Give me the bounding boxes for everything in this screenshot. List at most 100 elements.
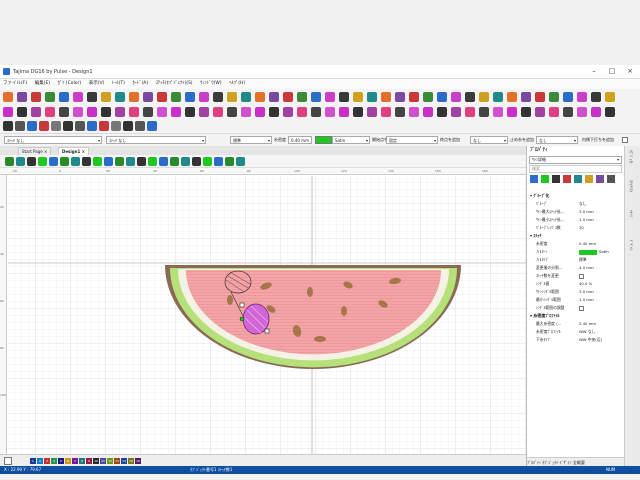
view-tool-17-icon[interactable] — [181, 157, 190, 166]
view-tool-22-icon[interactable] — [236, 157, 245, 166]
properties-tool-8-icon[interactable] — [607, 175, 615, 183]
toolbar-tool-15-icon[interactable] — [199, 92, 209, 102]
palette-color-15[interactable]: 15 — [128, 458, 134, 464]
property-group[interactable]: ▾ 糸密度ﾌﾟﾛﾌｧｲﾙ — [527, 312, 624, 320]
toolbar-tool-28-icon[interactable] — [381, 92, 391, 102]
toolbar-tool-17-icon[interactable] — [227, 92, 237, 102]
toolbar-tool-30-icon[interactable] — [409, 92, 419, 102]
view-tool-3-icon[interactable] — [27, 157, 36, 166]
toolbar-tool-34-icon[interactable] — [465, 92, 475, 102]
palette-color-8[interactable]: 8 — [79, 458, 85, 464]
edit-tool-37-icon[interactable] — [507, 107, 517, 117]
palette-color-3[interactable]: 3 — [44, 458, 50, 464]
end-point-select[interactable]: なし ▾ — [470, 136, 508, 144]
density-input[interactable]: 0.40 mm — [288, 136, 312, 144]
toolbar-tool-41-icon[interactable] — [563, 92, 573, 102]
toolbar-tool-11-icon[interactable] — [143, 92, 153, 102]
property-row[interactable]: 最大糸密度 (... 2.40 mm — [527, 320, 624, 328]
view-tool-14-icon[interactable] — [148, 157, 157, 166]
toolbar-tool-12-icon[interactable] — [157, 92, 167, 102]
toolbar-tool-13-icon[interactable] — [171, 92, 181, 102]
edit-tool-21-icon[interactable] — [283, 107, 293, 117]
property-group[interactable]: ▾ ｽﾃｯﾁ — [527, 232, 624, 240]
edit-tool-2-icon[interactable] — [17, 107, 27, 117]
edit-tool-33-icon[interactable] — [451, 107, 461, 117]
satin-select[interactable]: Satin ▾ — [332, 136, 370, 144]
property-value[interactable]: 3.0 mm — [579, 208, 594, 216]
property-row[interactable]: ｻﾃﾝｼﾝﾁﾞﾙ範囲 3.0 mm — [527, 288, 624, 296]
edit-tool-39-icon[interactable] — [535, 107, 545, 117]
edit-tool-41-icon[interactable] — [563, 107, 573, 117]
close-icon[interactable]: × — [622, 66, 638, 77]
property-row[interactable]: ｼﾝﾁﾞﾙ値 40.0 % — [527, 280, 624, 288]
toolbar-tool-36-icon[interactable] — [493, 92, 503, 102]
file-tool-2-icon[interactable] — [15, 121, 25, 131]
edit-tool-22-icon[interactable] — [297, 107, 307, 117]
view-tool-10-icon[interactable] — [104, 157, 113, 166]
palette-color-5[interactable]: 5 — [58, 458, 64, 464]
toolbar-tool-18-icon[interactable] — [241, 92, 251, 102]
view-tool-2-icon[interactable] — [16, 157, 25, 166]
view-tool-18-icon[interactable] — [192, 157, 201, 166]
property-value[interactable]: 1.0 mm — [579, 296, 594, 304]
properties-tool-1-icon[interactable] — [530, 175, 538, 183]
file-tool-11-icon[interactable] — [123, 121, 133, 131]
toolbar-tool-32-icon[interactable] — [437, 92, 447, 102]
edit-tool-32-icon[interactable] — [437, 107, 447, 117]
palette-color-14[interactable]: 14 — [121, 458, 127, 464]
file-tool-4-icon[interactable] — [39, 121, 49, 131]
palette-color-16[interactable]: 16 — [135, 458, 141, 464]
edit-tool-19-icon[interactable] — [255, 107, 265, 117]
view-tool-15-icon[interactable] — [159, 157, 168, 166]
edit-tool-5-icon[interactable] — [59, 107, 69, 117]
property-value[interactable]: 30 — [579, 224, 584, 232]
properties-tool-6-icon[interactable] — [585, 175, 593, 183]
palette-color-10[interactable]: 10 — [93, 458, 99, 464]
menu-help[interactable]: ﾍﾙﾌﾟ(H) — [226, 79, 248, 89]
file-tool-12-icon[interactable] — [135, 121, 145, 131]
property-checkbox[interactable] — [579, 305, 584, 311]
toolbar-tool-26-icon[interactable] — [353, 92, 363, 102]
properties-tool-2-icon[interactable] — [541, 175, 549, 183]
property-value[interactable] — [579, 304, 584, 312]
edit-tool-8-icon[interactable] — [101, 107, 111, 117]
toolbar-tool-6-icon[interactable] — [73, 92, 83, 102]
edit-tool-38-icon[interactable] — [521, 107, 531, 117]
current-color-swatch[interactable] — [4, 457, 12, 465]
view-tool-6-icon[interactable] — [60, 157, 69, 166]
view-tool-8-icon[interactable] — [82, 157, 91, 166]
menu-color[interactable]: ｶﾞｿ (Color) — [55, 79, 84, 89]
properties-tool-3-icon[interactable] — [552, 175, 560, 183]
property-row[interactable]: ｸﾞﾙｰﾌﾟﾚﾝｸﾞｽ数 30 — [527, 224, 624, 232]
toolbar-tool-37-icon[interactable] — [507, 92, 517, 102]
minimize-icon[interactable]: – — [586, 66, 602, 77]
edit-tool-16-icon[interactable] — [213, 107, 223, 117]
toolbar-tool-42-icon[interactable] — [577, 92, 587, 102]
toolbar-tool-33-icon[interactable] — [451, 92, 461, 102]
menu-window[interactable]: ｳｨﾝﾄﾞｳ(W) — [197, 79, 224, 89]
maximize-icon[interactable]: □ — [604, 66, 620, 77]
view-tool-20-icon[interactable] — [214, 157, 223, 166]
property-value[interactable]: 4.0 mm — [579, 264, 594, 272]
property-value[interactable]: 2.40 mm — [579, 320, 596, 328]
view-tool-9-icon[interactable] — [93, 157, 102, 166]
toolbar-tool-14-icon[interactable] — [185, 92, 195, 102]
side-tab[interactable]: ｽﾃｯﾁﾘｽﾄ — [629, 180, 634, 192]
property-value[interactable]: 0.40 mm — [579, 240, 596, 248]
file-tool-7-icon[interactable] — [75, 121, 85, 131]
property-row[interactable]: ｼﾝﾁﾞﾙ範囲の調整 — [527, 304, 624, 312]
view-tool-12-icon[interactable] — [126, 157, 135, 166]
underlay-checkbox[interactable] — [622, 137, 628, 143]
toolbar-tool-31-icon[interactable] — [423, 92, 433, 102]
palette-color-6[interactable]: 6 — [65, 458, 71, 464]
view-tool-7-icon[interactable] — [71, 157, 80, 166]
property-row[interactable]: ﾌｨﾙﾀｲﾌﾟ 標準 — [527, 256, 624, 264]
panel-bottom-tabs[interactable]: ﾌﾟﾛﾊﾟﾃｨ ｵﾌﾞｼﾞｪｸﾄ ﾃﾞｻﾞｲﾝ 全概要 — [527, 457, 625, 466]
toolbar-tool-29-icon[interactable] — [395, 92, 405, 102]
menu-view[interactable]: 表示(V) — [86, 79, 108, 89]
file-tool-10-icon[interactable] — [111, 121, 121, 131]
property-row[interactable]: ｻﾃﾝ最小ｽﾃｯﾁ長... 1.0 mm — [527, 216, 624, 224]
toolbar-tool-27-icon[interactable] — [367, 92, 377, 102]
edit-tool-12-icon[interactable] — [157, 107, 167, 117]
edit-tool-23-icon[interactable] — [311, 107, 321, 117]
